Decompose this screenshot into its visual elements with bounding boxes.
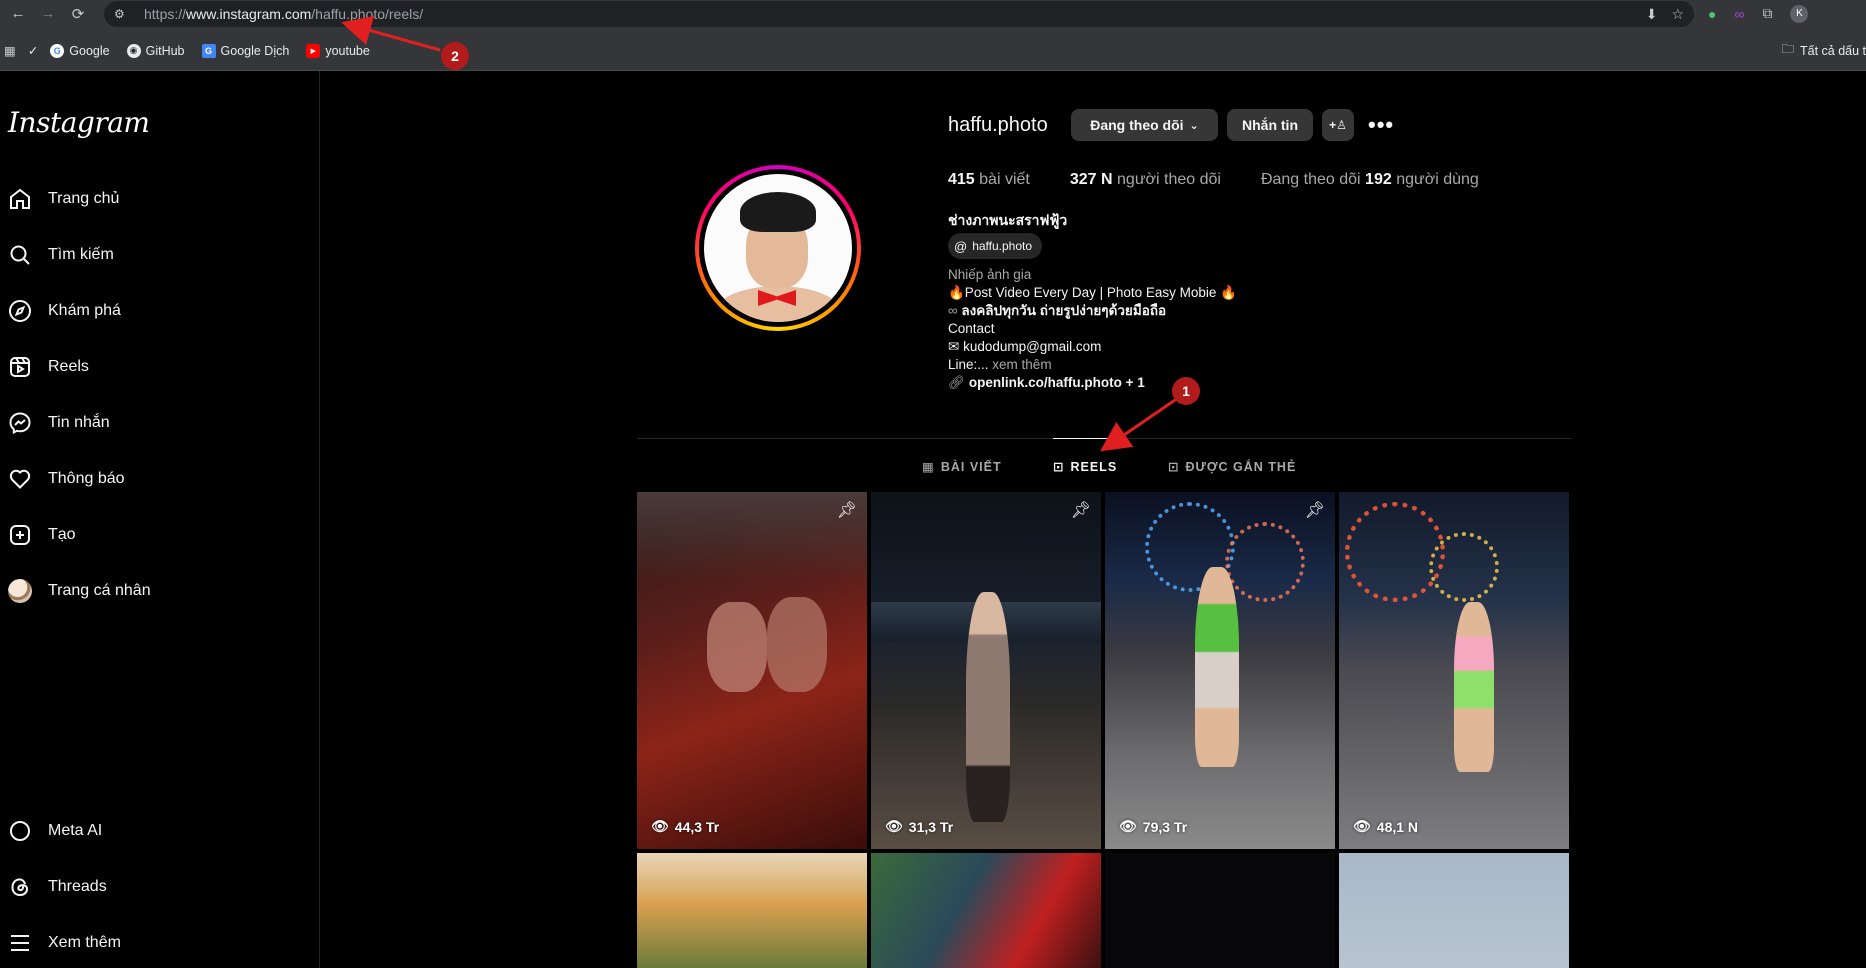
annotation-badge: 2: [441, 42, 469, 70]
annotation-badge: 1: [1172, 377, 1200, 405]
annotation-arrows: [341, 16, 1179, 452]
